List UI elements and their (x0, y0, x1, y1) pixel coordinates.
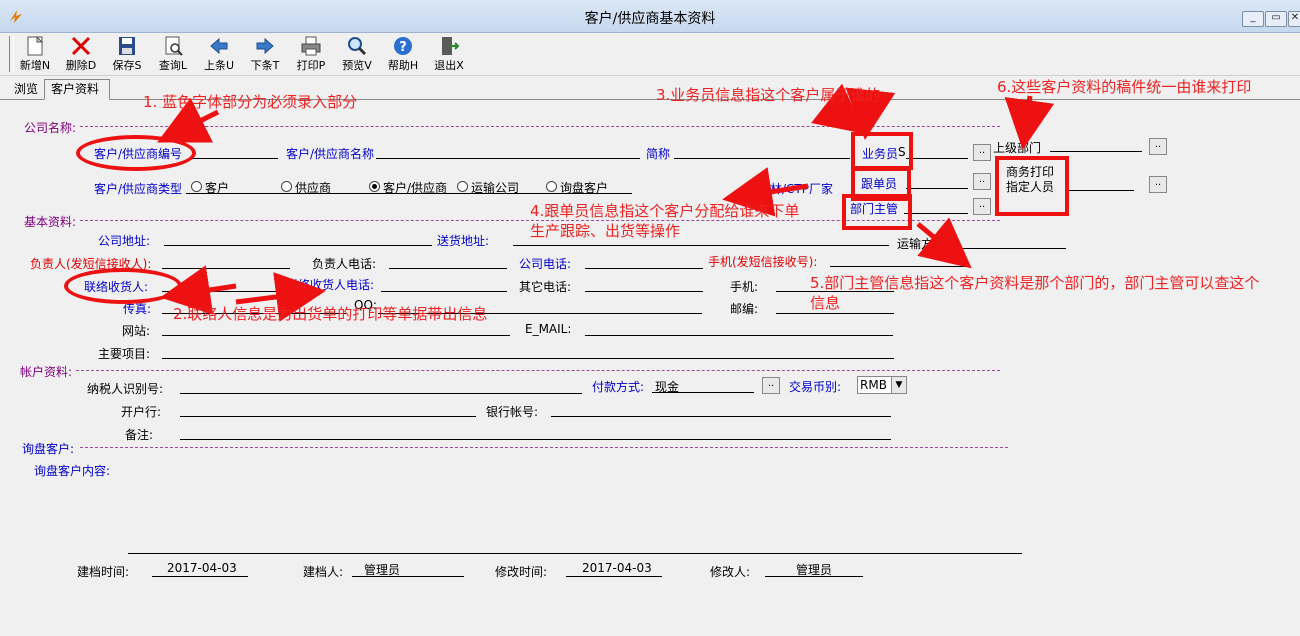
annotation-dept-head-2: 信息 (810, 294, 841, 312)
annotation-print: 6.这些客户资料的稿件统一由谁来打印 (997, 78, 1252, 96)
annotation-required-blue: 1. 蓝色字体部分为必须录入部分 (143, 93, 358, 111)
annotation-salesman: 3.业务员信息指这个客户属于谁的 (656, 86, 881, 104)
annotation-dept-head-1: 5.部门主管信息指这个客户资料是那个部门的，部门主管可以查这个 (810, 274, 1260, 292)
annotation-contact-info: 2.联络人信息是为出货单的打印等单据带出信息 (173, 305, 488, 323)
annotation-follower-2: 生产跟踪、出货等操作 (530, 222, 681, 240)
annotation-follower-1: 4.跟单员信息指这个客户分配给谁来下单 (530, 202, 800, 220)
